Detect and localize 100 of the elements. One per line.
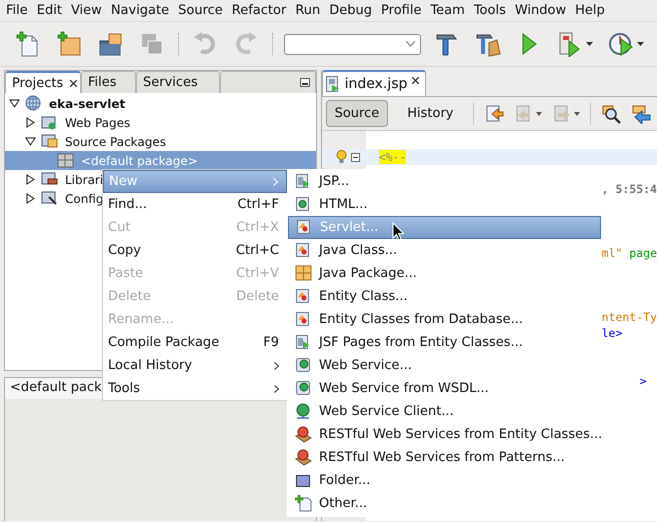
tree-item[interactable]: Config [65,192,104,206]
close-icon[interactable] [412,76,420,84]
menu-item[interactable]: Window [510,3,570,18]
previous-icon [630,104,650,124]
menu-item[interactable]: Profile [376,3,426,18]
menu-item[interactable]: Edit [32,3,66,18]
menu-item[interactable]: View [66,3,106,18]
class-file-icon [295,311,312,328]
menu-item[interactable]: Copy Ctrl+C [103,239,287,262]
find-icon [600,104,620,124]
menu-item[interactable]: Run [290,3,324,18]
caret-icon [536,112,542,116]
view-tab[interactable]: History [398,100,462,127]
menu-item[interactable]: Folder... [288,469,601,492]
web-service-icon [295,380,312,397]
code-line: le> [602,326,622,340]
menu-item[interactable]: Compile Package F9 [103,331,287,354]
menu-item[interactable]: Other... [288,492,601,515]
menu-item[interactable]: Team [425,3,469,18]
code-line: ntent-Ty [602,310,657,324]
menu-item[interactable]: Java Package... [288,262,601,285]
menu-item[interactable]: Find... Ctrl+F [103,193,287,216]
shortcut-label: Ctrl+F [237,197,279,212]
expanded-triangle-icon[interactable] [9,98,20,109]
class-file-icon [295,288,312,305]
shortcut-label: Delete [236,289,279,304]
forward-icon [552,104,572,124]
shortcut-label: F9 [263,335,279,350]
menu-item[interactable]: RESTful Web Services from Patterns... [288,446,601,469]
collapsed-triangle-icon[interactable] [25,117,36,128]
find-button[interactable] [600,104,620,124]
panel-tab[interactable]: Services [136,71,220,93]
shortcut-label: Ctrl+C [236,243,279,258]
close-icon[interactable] [70,80,78,86]
expanded-triangle-icon[interactable] [25,136,36,147]
tree-item[interactable]: Librari [65,172,104,186]
menu-item[interactable]: Java Class... [288,239,601,262]
package-icon [295,265,312,282]
previous-button[interactable] [630,104,650,124]
menu-item[interactable]: Source [173,3,227,18]
file-tab[interactable]: index.jsp [322,70,426,96]
last-edit-button[interactable] [484,104,504,124]
menu-item[interactable]: Navigate [106,3,174,18]
redo-icon [233,31,259,57]
view-tab[interactable]: Source [326,100,388,127]
menu-item[interactable]: Refactor [226,3,290,18]
package-icon [57,152,74,169]
menu-item[interactable]: File [1,3,32,18]
mouse-cursor-icon [392,222,405,242]
menu-item[interactable]: Web Service... [288,354,601,377]
menu-item[interactable]: JSF Pages from Entity Classes... [288,331,601,354]
minimize-icon[interactable] [300,78,310,87]
shortcut-label: Ctrl+X [236,220,279,235]
class-file-icon [296,219,313,236]
menu-item[interactable]: Tools [468,3,510,18]
menu-item[interactable]: Entity Classes from Database... [288,308,601,331]
rest-service-icon [295,449,312,466]
folder-globe-icon [41,114,58,131]
rest-service-icon [295,426,312,443]
menu-item[interactable]: Local History [103,354,287,377]
configuration-dropdown[interactable] [284,34,421,54]
folder-wrench-icon [41,190,58,207]
menu-item[interactable]: Tools [103,377,287,400]
new-file-icon [295,495,312,512]
menu-item[interactable]: Help [570,3,609,18]
collapsed-triangle-icon[interactable] [25,193,36,204]
panel-tab[interactable]: Projects [5,71,81,93]
html-file-icon [295,196,312,213]
undo-icon [192,31,218,57]
class-file-icon [295,242,312,259]
menu-item[interactable]: Web Service from WSDL... [288,377,601,400]
code-line: ml" page [602,246,657,260]
tree-item[interactable]: Source Packages [65,134,166,148]
globe-stand-icon [295,403,312,420]
folder-icon [98,31,124,57]
code-line: , 5:55:4 [602,182,657,196]
menu-item[interactable]: HTML... [288,193,601,216]
back-button[interactable] [514,104,542,124]
menu-item[interactable]: RESTful Web Services from Entity Classes... [288,423,601,446]
web-service-icon [295,357,312,374]
last-edit-icon [484,104,504,124]
tree-item[interactable]: eka-servlet [49,96,126,110]
fold-collapse-icon[interactable] [350,152,360,162]
menu-item[interactable]: Web Service Client... [288,400,601,423]
globe-icon [25,95,42,112]
menu-item[interactable]: Entity Class... [288,285,601,308]
jsp-file-icon [326,76,340,92]
tree-item[interactable]: Web Pages [65,116,130,130]
shortcut-label: Ctrl+V [236,266,279,281]
menu-item[interactable]: Debug [324,3,376,18]
lightbulb-icon [336,150,347,164]
panel-tab[interactable]: Files [81,71,136,93]
collapsed-triangle-icon[interactable] [25,174,36,185]
forward-button[interactable] [552,104,580,124]
new-project-icon [57,31,83,57]
code-line: > [640,374,647,388]
caret-icon [574,112,580,116]
folder-package-icon [41,133,58,150]
menu-item[interactable]: JSP... [288,170,601,193]
folder-icon [295,472,312,489]
